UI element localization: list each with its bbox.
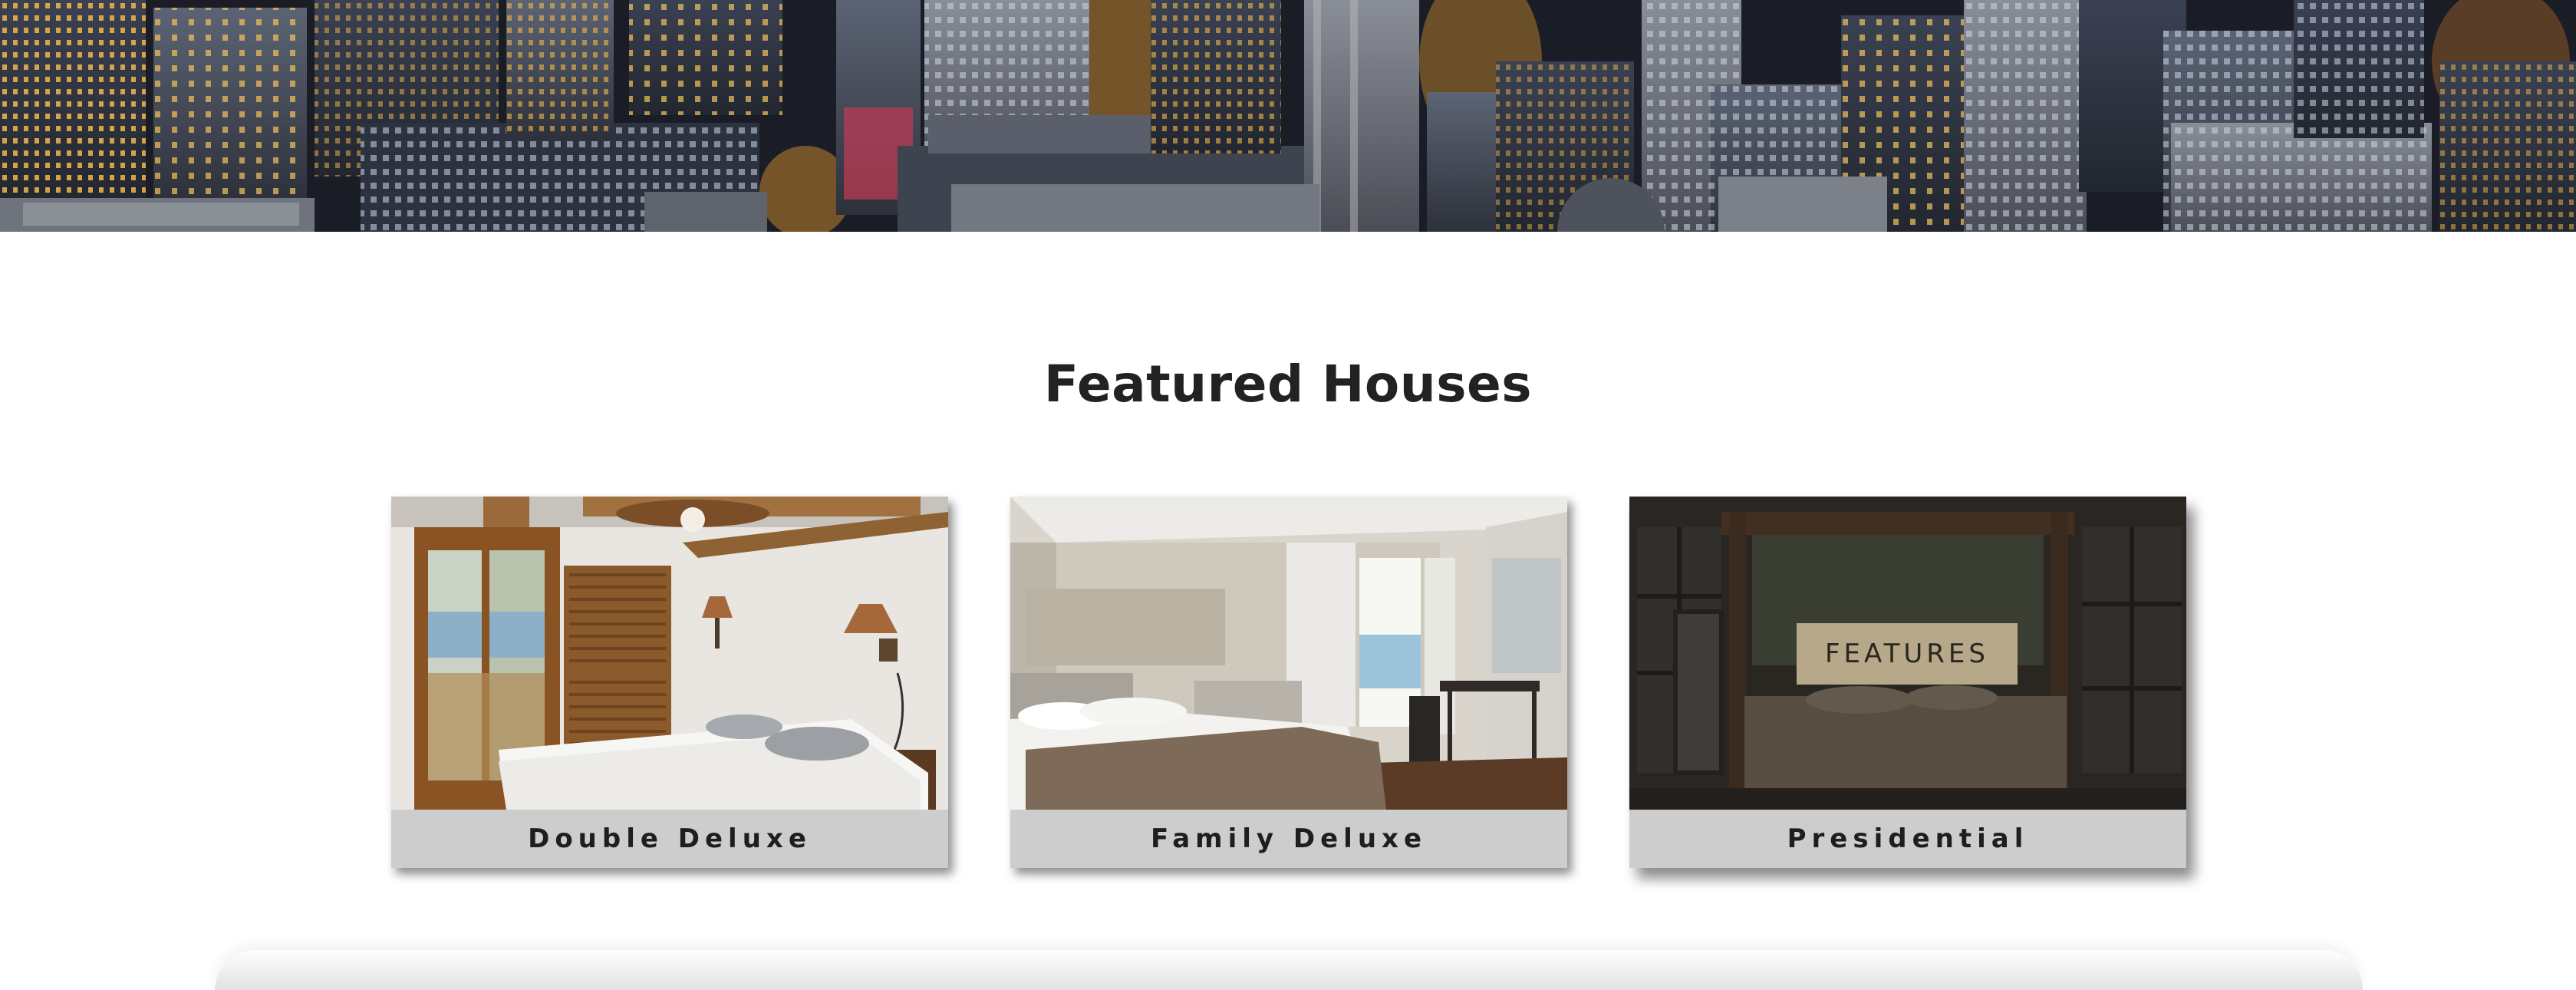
city-skyline-image [0,0,2576,232]
features-button[interactable]: FEATURES [1797,623,2018,685]
section-title: Featured Houses [1043,355,1533,414]
house-card-double-deluxe[interactable]: Double Deluxe [391,497,948,868]
house-card-family-deluxe[interactable]: Family Deluxe [1010,497,1567,868]
house-photo [391,497,948,810]
house-photo [1010,497,1567,810]
bedroom-photo [391,497,948,810]
hero-city-banner [0,0,2576,232]
house-card-presidential[interactable]: FEATURES Presidential [1629,497,2186,868]
bedroom-photo [1010,497,1567,810]
house-name: Double Deluxe [391,810,948,868]
next-section-edge [215,950,2363,990]
house-name: Family Deluxe [1010,810,1567,868]
house-name: Presidential [1629,810,2186,868]
